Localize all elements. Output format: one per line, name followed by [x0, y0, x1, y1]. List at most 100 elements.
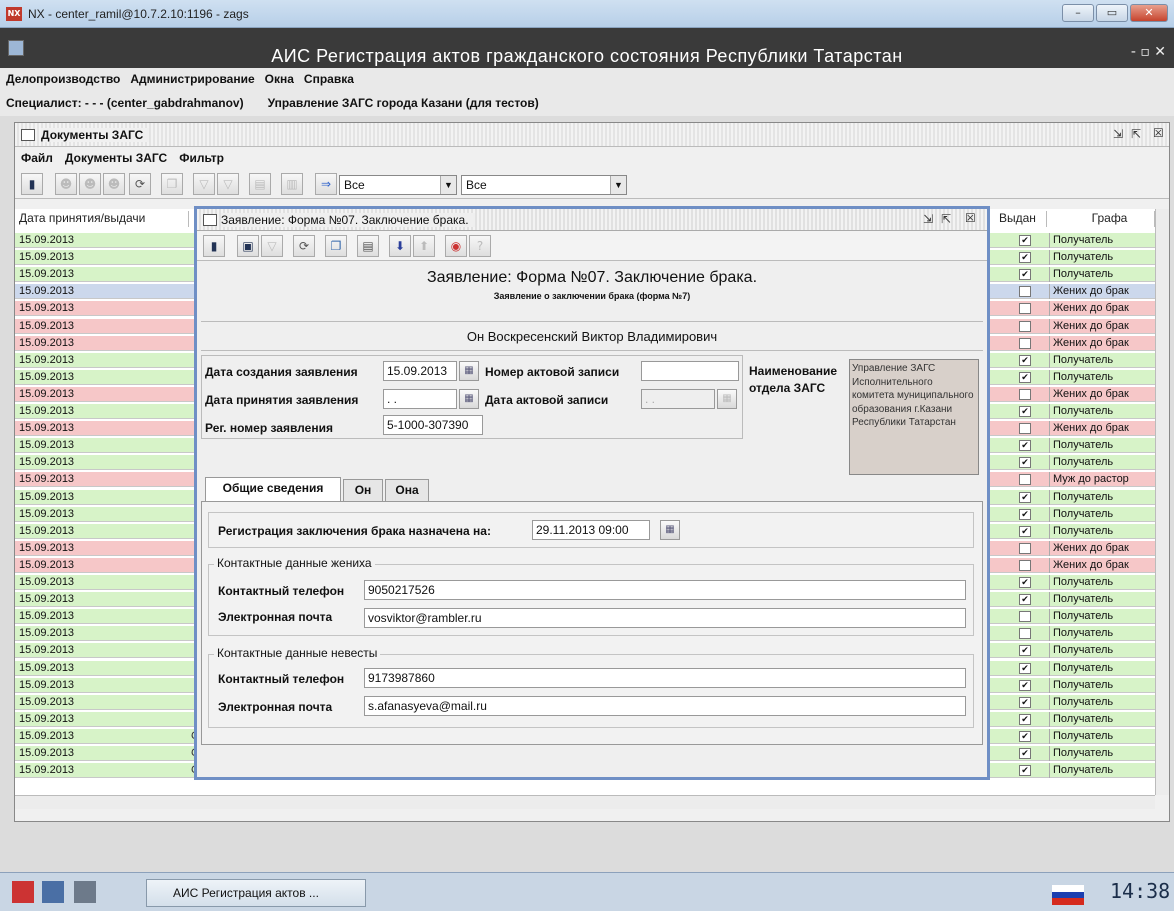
col-header-grafa[interactable]: Графа [1065, 211, 1155, 227]
issued-checkbox-checked[interactable]: ✔ [1019, 748, 1031, 759]
issued-checkbox-checked[interactable]: ✔ [1019, 765, 1031, 777]
groom-email-field[interactable]: vosviktor@rambler.ru [364, 608, 966, 628]
issued-checkbox-checked[interactable]: ✔ [1019, 525, 1031, 537]
docs-menu-file[interactable]: Файл [21, 151, 53, 165]
close-icon[interactable]: ☒ [1153, 126, 1164, 140]
help-icon[interactable]: ? [469, 235, 491, 257]
docs-menu-filter[interactable]: Фильтр [179, 151, 224, 165]
issued-checkbox-checked[interactable]: ✔ [1019, 662, 1031, 674]
minimize-button[interactable]: – [1062, 4, 1094, 22]
regnum-field[interactable]: 5-1000-307390 [383, 415, 483, 435]
filter2-select[interactable]: Все ▼ [461, 175, 627, 195]
menu-item-help[interactable]: Справка [304, 72, 354, 86]
accepted-date-field[interactable]: . . [383, 389, 457, 409]
restore-icon[interactable]: ⇲ [923, 212, 933, 226]
issued-checkbox-checked[interactable]: ✔ [1019, 371, 1031, 383]
users-remove-icon[interactable]: ☻ [103, 173, 125, 195]
maximize-icon[interactable]: ⇱ [1131, 127, 1141, 141]
menu-item-windows[interactable]: Окна [265, 72, 294, 86]
issued-checkbox-checked[interactable]: ✔ [1019, 577, 1031, 588]
arrow-down-icon[interactable]: ⬇ [389, 235, 411, 257]
users-edit-icon[interactable]: ☻ [79, 173, 101, 195]
refresh-icon[interactable]: ⟳ [129, 173, 151, 195]
tab-bride[interactable]: Она [385, 479, 429, 501]
cell-date: 15.09.2013 [19, 678, 75, 691]
issued-checkbox-checked[interactable]: ✔ [1019, 730, 1031, 742]
calendar-icon[interactable]: ▦ [459, 389, 479, 409]
act-number-field[interactable] [641, 361, 739, 381]
arrow-up-icon[interactable]: ⬆ [413, 235, 435, 257]
calendar-icon[interactable]: ▦ [660, 520, 680, 540]
issued-checkbox-checked[interactable]: ✔ [1019, 696, 1031, 708]
copy-icon[interactable]: ❐ [161, 173, 183, 195]
issued-checkbox[interactable] [1019, 542, 1031, 554]
groom-phone-field[interactable]: 9050217526 [364, 580, 966, 600]
tab-groom[interactable]: Он [343, 479, 383, 501]
logout-icon[interactable] [12, 881, 34, 903]
issued-checkbox[interactable] [1019, 286, 1031, 298]
copy-icon[interactable]: ❐ [325, 235, 347, 257]
filter-icon[interactable]: ▽ [261, 235, 283, 257]
app-window-controls[interactable]: - ▫ ✕ [1131, 44, 1166, 60]
close-button[interactable]: ✕ [1130, 4, 1168, 22]
issued-checkbox[interactable] [1019, 559, 1031, 571]
cell-date: 15.09.2013 [19, 490, 75, 503]
issued-checkbox[interactable] [1019, 388, 1031, 400]
issued-checkbox-checked[interactable]: ✔ [1019, 457, 1031, 469]
issued-checkbox-checked[interactable]: ✔ [1019, 440, 1031, 452]
issued-checkbox[interactable] [1019, 628, 1031, 640]
issued-checkbox-checked[interactable]: ✔ [1019, 679, 1031, 691]
restore-icon[interactable]: ⇲ [1113, 127, 1123, 141]
document-icon[interactable]: ▤ [357, 235, 379, 257]
docs-menu-documents[interactable]: Документы ЗАГС [65, 151, 167, 165]
exit-door-icon[interactable]: ▮ [21, 173, 43, 195]
created-date-field[interactable]: 15.09.2013 [383, 361, 457, 381]
bride-phone-field[interactable]: 9173987860 [364, 668, 966, 688]
issued-checkbox-checked[interactable]: ✔ [1019, 713, 1031, 725]
groom-contacts-title: Контактные данные жениха [214, 556, 375, 570]
arrow-right-icon[interactable]: ⇒ [315, 173, 337, 195]
issued-checkbox[interactable] [1019, 423, 1031, 435]
issued-checkbox-checked[interactable]: ✔ [1019, 406, 1031, 417]
tab-general[interactable]: Общие сведения [205, 477, 341, 501]
issued-checkbox[interactable] [1019, 611, 1031, 623]
issued-checkbox-checked[interactable]: ✔ [1019, 594, 1031, 606]
issued-checkbox-checked[interactable]: ✔ [1019, 235, 1031, 246]
col-header-issued[interactable]: Выдан [999, 211, 1047, 227]
book-icon[interactable]: ▥ [281, 173, 303, 195]
menu-item-office[interactable]: Делопроизводство [6, 72, 120, 86]
exit-door-icon[interactable]: ▮ [203, 235, 225, 257]
horizontal-scrollbar[interactable] [15, 795, 1155, 809]
registration-date-field[interactable]: 29.11.2013 09:00 [532, 520, 650, 540]
menu-item-admin[interactable]: Администрирование [130, 72, 254, 86]
taskbar-item-app[interactable]: АИС Регистрация актов ... [146, 879, 366, 907]
calendar-icon[interactable]: ▦ [459, 361, 479, 381]
issued-checkbox[interactable] [1019, 303, 1031, 315]
col-header-date[interactable]: Дата принятия/выдачи [19, 211, 189, 227]
maximize-button[interactable]: ▭ [1096, 4, 1128, 22]
zags-department-field[interactable]: Управление ЗАГС Исполнительного комитета… [849, 359, 979, 475]
computer-icon[interactable] [42, 881, 64, 903]
issued-checkbox[interactable] [1019, 337, 1031, 349]
print-icon[interactable]: ▤ [249, 173, 271, 195]
laptop-icon[interactable] [74, 881, 96, 903]
filter1-select[interactable]: Все ▼ [339, 175, 457, 195]
issued-checkbox-checked[interactable]: ✔ [1019, 354, 1031, 366]
lifebuoy-icon[interactable]: ◉ [445, 235, 467, 257]
issued-checkbox-checked[interactable]: ✔ [1019, 252, 1031, 264]
issued-checkbox-checked[interactable]: ✔ [1019, 508, 1031, 520]
refresh-icon[interactable]: ⟳ [293, 235, 315, 257]
users-icon[interactable]: ☻ [55, 173, 77, 195]
vertical-scrollbar[interactable] [1155, 209, 1169, 795]
save-icon[interactable]: ▣ [237, 235, 259, 257]
bride-email-field[interactable]: s.afanasyeva@mail.ru [364, 696, 966, 716]
filter-icon[interactable]: ▽ [193, 173, 215, 195]
issued-checkbox[interactable] [1019, 320, 1031, 332]
maximize-icon[interactable]: ⇱ [941, 212, 951, 226]
filter-clear-icon[interactable]: ▽ [217, 173, 239, 195]
issued-checkbox[interactable] [1019, 474, 1031, 486]
issued-checkbox-checked[interactable]: ✔ [1019, 645, 1031, 657]
close-icon[interactable]: ☒ [965, 211, 976, 225]
issued-checkbox-checked[interactable]: ✔ [1019, 269, 1031, 281]
issued-checkbox-checked[interactable]: ✔ [1019, 491, 1031, 503]
